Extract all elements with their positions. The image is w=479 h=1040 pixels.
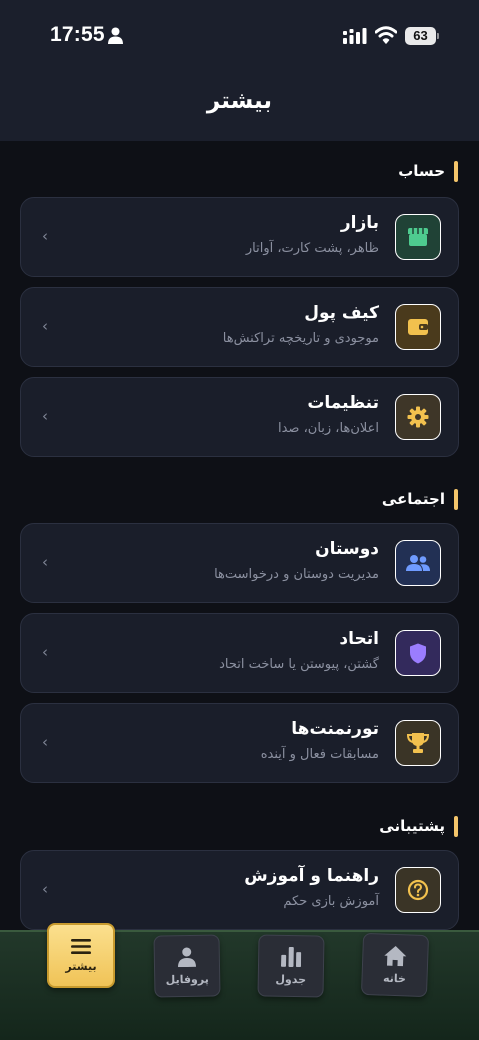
chevron-left-icon: ‹ [42, 227, 48, 245]
help-icon [395, 867, 441, 913]
cellular-signal-icon [343, 28, 367, 44]
chevron-left-icon: ‹ [42, 733, 48, 751]
battery-nub [437, 33, 439, 39]
menu-item-title: بازار [340, 213, 379, 233]
wifi-icon [375, 26, 397, 44]
menu-item-tournaments[interactable]: ‹ تورنمنت‌ها مسابقات فعال و آینده [20, 703, 459, 783]
chevron-left-icon: ‹ [42, 880, 48, 898]
menu-item-title: تورنمنت‌ها [291, 719, 379, 739]
tab-label: بیشتر [65, 959, 97, 973]
menu-item-subtitle: آموزش بازی حکم [283, 894, 379, 909]
menu-item-title: راهنما و آموزش [244, 866, 379, 886]
menu-item-subtitle: موجودی و تاریخچه تراکنش‌ها [222, 331, 379, 346]
bottom-tab-bar: بیشتر پروفایل جدول خانه [0, 923, 479, 1040]
menu-item-settings[interactable]: ‹ تنظیمات اعلان‌ها، زبان، صدا [20, 377, 459, 457]
menu-item-help[interactable]: ‹ راهنما و آموزش آموزش بازی حکم [20, 850, 459, 930]
menu-item-friends[interactable]: ‹ دوستان مدیریت دوستان و درخواست‌ها [20, 523, 459, 603]
section-label: حساب [398, 162, 445, 180]
tab-more[interactable]: بیشتر [47, 923, 115, 988]
store-icon [395, 214, 441, 260]
battery-level: 63 [405, 27, 436, 45]
section-label: اجتماعی [381, 490, 445, 508]
menu-item-market[interactable]: ‹ بازار ظاهر، پشت کارت، آواتار [20, 197, 459, 277]
tab-label: خانه [382, 971, 407, 985]
menu-item-alliance[interactable]: ‹ اتحاد گشتن، پیوستن یا ساخت اتحاد [20, 613, 459, 693]
tab-leaderboard[interactable]: جدول [257, 934, 325, 998]
menu-item-title: اتحاد [339, 629, 379, 649]
status-time: 17:55 [50, 23, 105, 46]
menu-item-subtitle: گشتن، پیوستن یا ساخت اتحاد [219, 657, 379, 672]
section-title-account: حساب [398, 160, 458, 182]
status-bar: 17:55 63 [0, 0, 479, 70]
menu-item-subtitle: مدیریت دوستان و درخواست‌ها [214, 567, 379, 582]
shield-icon [395, 630, 441, 676]
tab-profile[interactable]: پروفایل [153, 934, 221, 998]
chart-icon [281, 946, 302, 967]
chevron-left-icon: ‹ [42, 553, 48, 571]
menu-item-subtitle: ظاهر، پشت کارت، آواتار [245, 241, 379, 256]
tab-label: پروفایل [165, 972, 209, 986]
menu-item-title: دوستان [315, 539, 379, 559]
people-icon [395, 540, 441, 586]
person-icon [178, 947, 197, 967]
menu-icon [71, 938, 91, 954]
section-accent-bar [454, 815, 458, 837]
section-accent-bar [454, 488, 458, 510]
home-icon [384, 945, 407, 966]
page-title: بیشتر [206, 88, 273, 114]
gear-icon [395, 394, 441, 440]
section-title-social: اجتماعی [382, 488, 458, 510]
chevron-left-icon: ‹ [42, 643, 48, 661]
menu-item-subtitle: اعلان‌ها، زبان، صدا [277, 421, 379, 436]
tab-label: جدول [275, 972, 307, 986]
app-header: 17:55 63 بیشتر [0, 0, 479, 141]
chevron-left-icon: ‹ [42, 407, 48, 425]
section-title-support: پشتیبانی [379, 815, 458, 837]
menu-item-title: تنظیمات [307, 393, 379, 413]
section-label: پشتیبانی [379, 817, 445, 835]
chevron-left-icon: ‹ [42, 317, 48, 335]
person-status-icon [108, 27, 123, 44]
wallet-icon [395, 304, 441, 350]
trophy-icon [395, 720, 441, 766]
menu-item-title: کیف پول [304, 303, 379, 323]
tab-home[interactable]: خانه [360, 932, 430, 998]
menu-item-subtitle: مسابقات فعال و آینده [260, 747, 379, 762]
section-accent-bar [454, 160, 458, 182]
menu-item-wallet[interactable]: ‹ کیف پول موجودی و تاریخچه تراکنش‌ها [20, 287, 459, 367]
battery-indicator: 63 [405, 27, 439, 45]
